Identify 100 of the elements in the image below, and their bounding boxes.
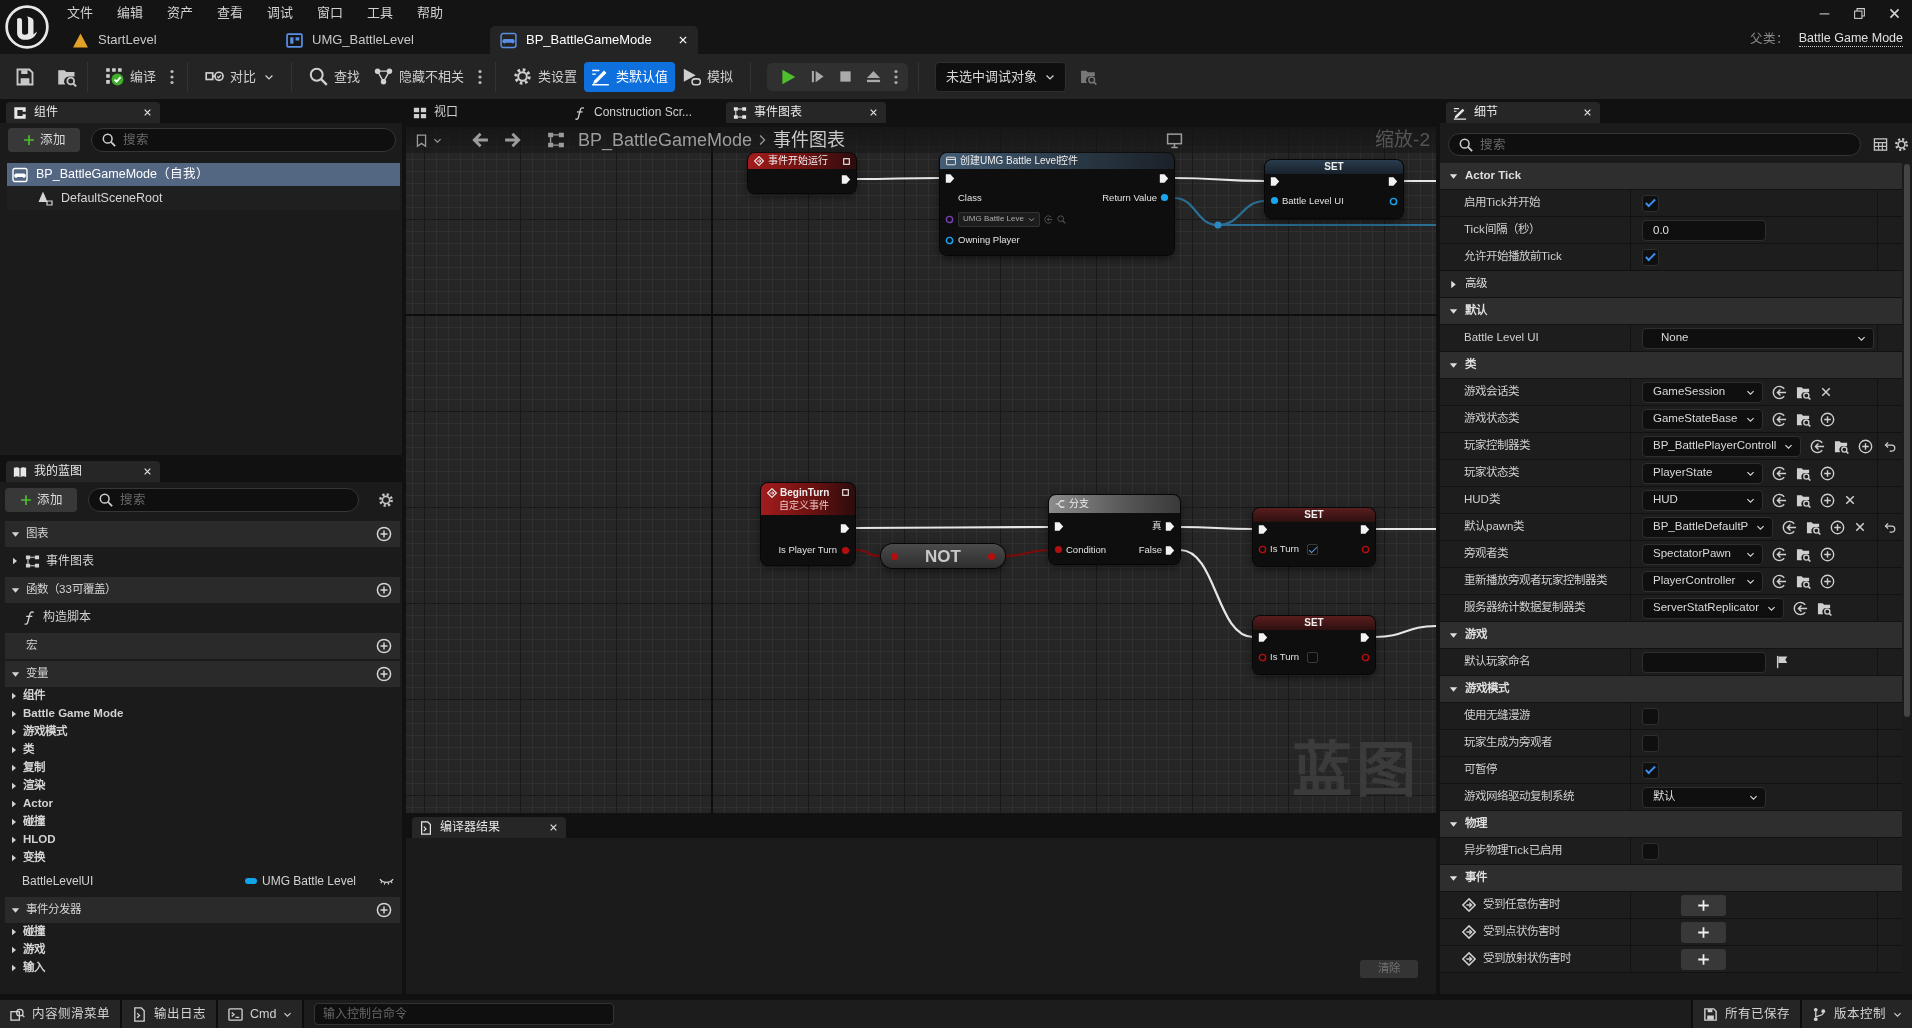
folder-search-icon[interactable] [1796,546,1811,562]
exec-pin-icon[interactable] [1165,521,1175,532]
section-header[interactable]: 函数（33可覆盖） [5,577,400,603]
close-icon[interactable] [1820,386,1832,398]
search-field[interactable]: 搜索 [91,128,396,152]
console-field[interactable]: 输入控制台命令 [314,1003,615,1025]
checkbox[interactable] [1307,651,1319,663]
dropdown[interactable]: GameStateBase [1642,408,1763,430]
exec-pin-icon[interactable] [1159,172,1169,184]
menu-item[interactable]: 查看 [210,5,260,21]
exec-pin-icon[interactable] [1360,631,1370,643]
menu-item[interactable]: 工具 [360,5,410,21]
bookmark-icon[interactable] [415,132,428,148]
tree-item[interactable]: 渲染 [5,777,400,795]
caret-right-icon[interactable] [10,928,18,936]
menu-item[interactable]: 帮助 [410,5,460,21]
status-button[interactable]: 所有已保存 [1691,1000,1800,1028]
pin-icon[interactable] [945,214,954,224]
breadcrumb-link[interactable]: BP_BattleGameMode [578,131,753,149]
function-node[interactable]: 创建UMG Battle Level控件 Class Return Value UMG Battle Leve Owning Player [940,153,1174,255]
checkbox[interactable] [1642,194,1659,212]
tree-item[interactable]: 变换 [5,849,400,867]
arrow-left-icon[interactable] [471,131,489,149]
arrow-left-circle-icon[interactable] [1810,438,1826,454]
caret-right-icon[interactable] [11,557,19,565]
node-graph-icon[interactable] [547,131,565,149]
section-header[interactable]: 宏 [5,633,400,659]
add-button[interactable] [1681,948,1726,970]
square-pin-icon[interactable] [842,489,849,497]
caret-right-icon[interactable] [10,836,18,844]
arrow-left-circle-icon[interactable] [1772,384,1787,400]
more-icon[interactable] [170,68,174,85]
arrow-left-circle-icon[interactable] [1772,573,1787,589]
toolbar-button[interactable]: 对比 [198,61,281,92]
closed-eye-icon[interactable] [379,876,394,886]
toolbar-button[interactable]: 类设置 [506,61,584,92]
caret-right-icon[interactable] [10,764,18,772]
close-icon[interactable] [869,108,878,117]
set-node[interactable]: SET Battle Level UI [1265,160,1403,218]
add-circle-icon[interactable] [1858,438,1874,454]
caret-right-icon[interactable] [10,782,18,790]
caret-right-icon[interactable] [10,818,18,826]
tree-item[interactable]: BP_BattleGameMode（自我） [7,163,400,186]
tree-item[interactable]: 碰撞 [5,923,400,941]
category-header[interactable]: 物理 [1440,811,1902,838]
logo-icon[interactable] [5,5,49,49]
toolbar-button[interactable]: 模拟 [675,61,740,92]
checkbox[interactable] [1642,248,1659,266]
menu-item[interactable]: 文件 [60,5,110,21]
toolbar-button[interactable]: 类默认值 [584,61,675,92]
checkbox[interactable] [1642,761,1659,779]
folder-search-icon[interactable] [1796,465,1811,481]
checkbox[interactable] [1642,842,1659,860]
monitor-icon[interactable] [1166,132,1183,149]
add-circle-icon[interactable] [376,526,392,542]
scrollbar-thumb[interactable] [1904,164,1910,717]
category-header[interactable]: 事件 [1440,865,1902,892]
close-icon[interactable] [1854,521,1867,533]
graph-tab[interactable]: Construction Scr... [566,102,726,123]
toolbar-button[interactable]: 编译 [98,61,163,92]
folder-search-icon[interactable] [1796,573,1811,589]
restore-icon[interactable] [1853,6,1866,20]
set-node[interactable]: SET Is Turn [1253,508,1375,566]
document-tab[interactable]: UMG_BattleLevel [276,26,484,54]
tree-item[interactable]: 复制 [5,759,400,777]
add-circle-icon[interactable] [1820,492,1835,508]
checkbox[interactable] [1642,734,1659,752]
dropdown[interactable]: HUD [1642,489,1763,511]
exec-pin-icon[interactable] [1165,544,1175,556]
add-circle-icon[interactable] [376,666,392,682]
variable-row[interactable]: BattleLevelUI UMG Battle Level [5,867,400,895]
tree-item[interactable]: 构造脚本 [5,603,400,631]
reset-icon[interactable] [1883,439,1897,453]
settings-icon[interactable] [378,492,394,508]
add-circle-icon[interactable] [1830,519,1846,535]
tree-item[interactable]: HLOD [5,831,400,849]
tree-item[interactable]: 类 [5,741,400,759]
folder-search-icon[interactable] [1817,600,1833,616]
section-header[interactable]: 图表 [5,521,400,547]
arrow-left-circle-icon[interactable] [1772,546,1787,562]
skip-icon[interactable] [810,69,825,84]
section-header[interactable]: 变量 [5,661,400,687]
dropdown[interactable]: PlayerController [1642,570,1763,592]
dropdown[interactable]: BP_BattlePlayerControll [1642,435,1802,457]
exec-pin-icon[interactable] [1258,523,1268,535]
save-icon[interactable] [15,66,35,87]
panel-tab[interactable]: 细节 [1446,102,1600,123]
search-field[interactable]: 搜索 [1448,133,1861,156]
close-icon[interactable] [1844,494,1856,506]
event-node[interactable]: 事件开始运行 [748,153,856,193]
pin-icon[interactable] [1389,196,1398,206]
close-icon[interactable] [1583,108,1592,117]
add-circle-icon[interactable] [376,638,392,654]
dropdown[interactable]: PlayerState [1642,462,1763,484]
add-circle-icon[interactable] [1820,411,1835,427]
add-button[interactable]: 添加 [5,488,77,512]
menu-item[interactable]: 编辑 [110,5,160,21]
close-icon[interactable] [549,823,558,832]
number-field[interactable]: 0.0 [1642,219,1766,241]
tree-item[interactable]: 组件 [5,687,400,705]
